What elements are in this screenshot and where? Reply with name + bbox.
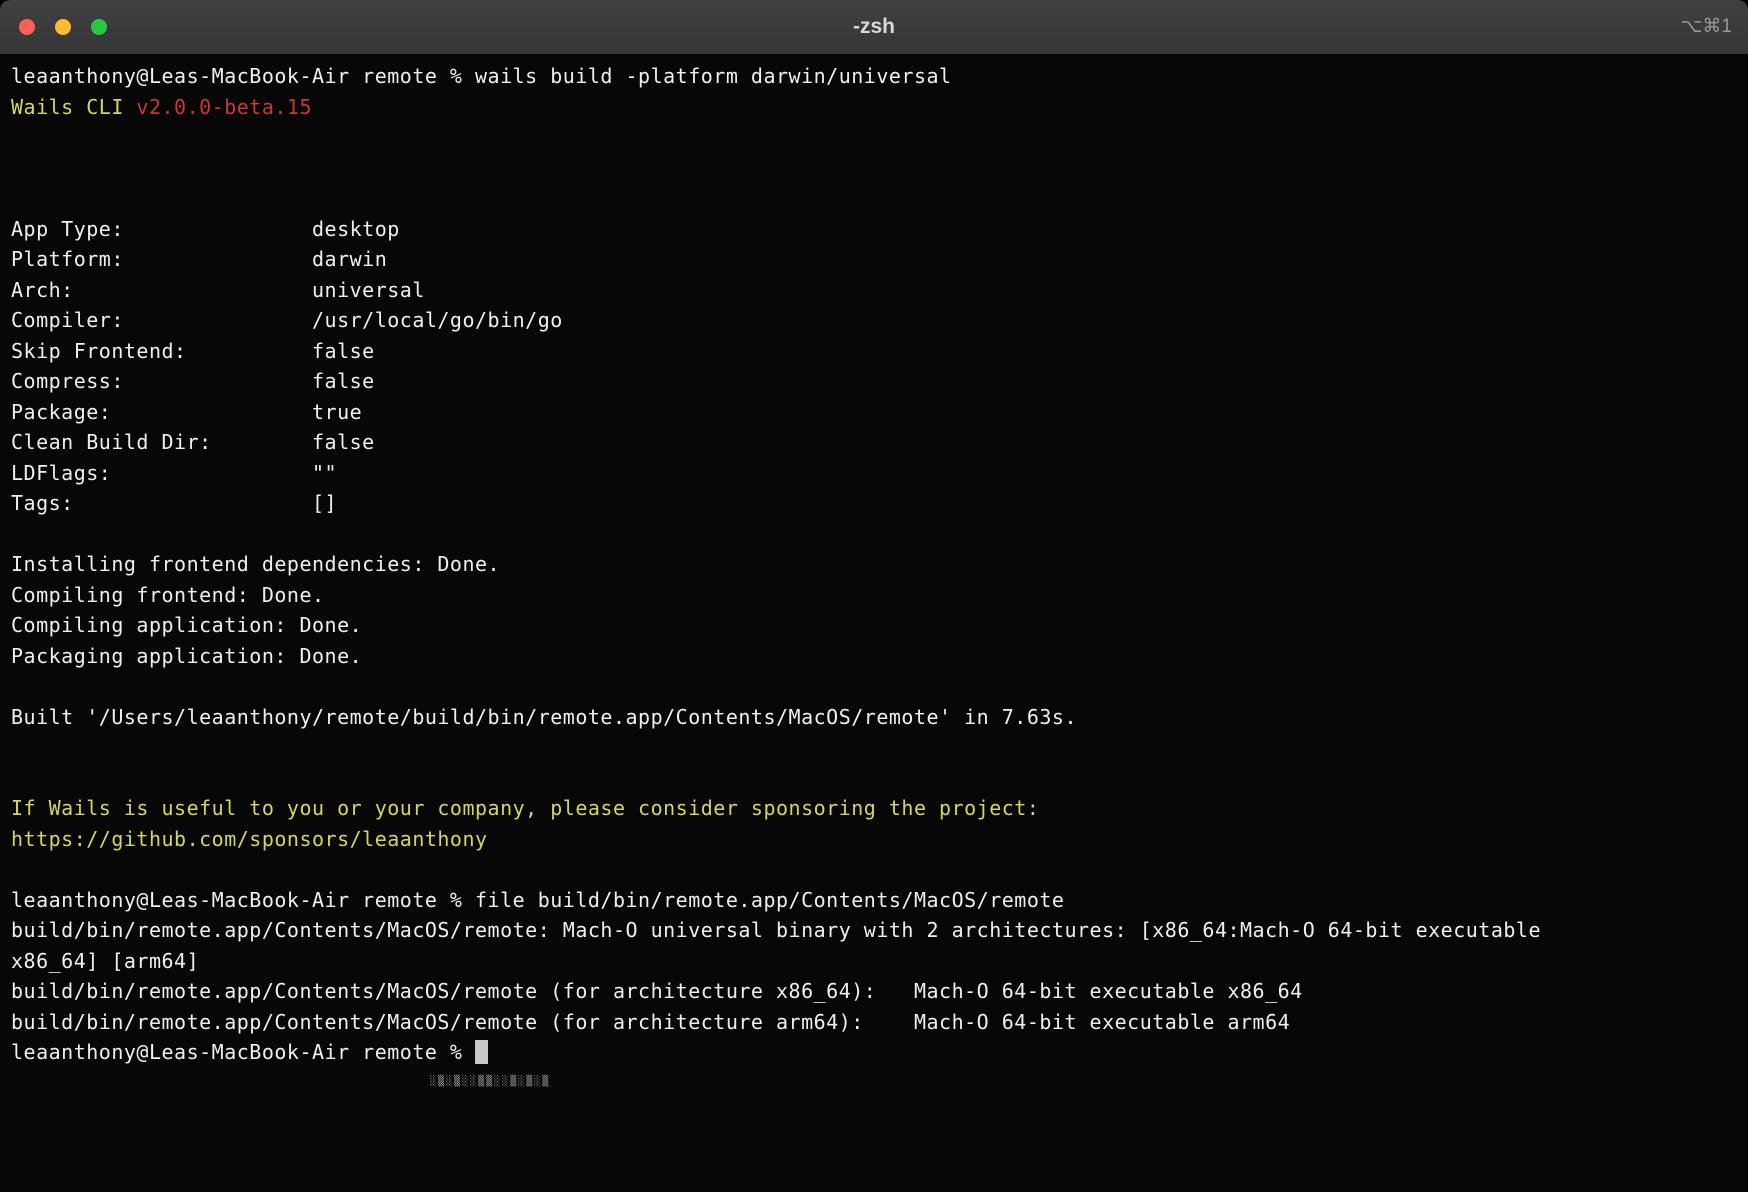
terminal-line: Compress: false [11,366,1737,397]
terminal-text: x86_64] [arm64] [11,949,199,973]
terminal-window: -zsh ⌥⌘1 leaanthony@Leas-MacBook-Air rem… [0,0,1748,1192]
terminal-line: Clean Build Dir: false [11,427,1737,458]
terminal-text: Skip Frontend: false [11,339,375,363]
window-title: -zsh [0,0,1748,54]
terminal-line: leaanthony@Leas-MacBook-Air remote % fil… [11,885,1737,916]
terminal-line [11,671,1737,702]
terminal-line [11,854,1737,885]
terminal-text: v2.0.0-beta.15 [136,95,312,119]
terminal-text: App Type: desktop [11,217,400,241]
terminal-line: Built '/Users/leaanthony/remote/build/bi… [11,702,1737,733]
terminal-text: leaanthony@Leas-MacBook-Air remote % [11,1040,475,1064]
terminal-line: build/bin/remote.app/Contents/MacOS/remo… [11,976,1737,1007]
terminal-text: Compiler: /usr/local/go/bin/go [11,308,563,332]
terminal-text: build/bin/remote.app/Contents/MacOS/remo… [11,979,1303,1003]
terminal-line [11,122,1737,153]
terminal-cursor [475,1040,488,1064]
terminal-line: Compiling application: Done. [11,610,1737,641]
terminal-text: Compress: false [11,369,375,393]
terminal-text: Clean Build Dir: false [11,430,375,454]
terminal-line: x86_64] [arm64] [11,946,1737,977]
terminal-line: Platform: darwin [11,244,1737,275]
terminal-line: leaanthony@Leas-MacBook-Air remote % [11,1037,1737,1068]
terminal-screen[interactable]: leaanthony@Leas-MacBook-Air remote % wai… [0,55,1748,1068]
terminal-text: Wails CLI [11,95,136,119]
terminal-line: Wails CLI v2.0.0-beta.15 [11,92,1737,123]
terminal-line [11,763,1737,794]
terminal-line [11,153,1737,184]
terminal-line [11,519,1737,550]
terminal-text: If Wails is useful to you or your compan… [11,796,1039,820]
terminal-line: build/bin/remote.app/Contents/MacOS/remo… [11,1007,1737,1038]
terminal-text: Platform: darwin [11,247,387,271]
terminal-line: Arch: universal [11,275,1737,306]
terminal-line: Packaging application: Done. [11,641,1737,672]
terminal-line: Tags: [] [11,488,1737,519]
terminal-text: Built '/Users/leaanthony/remote/build/bi… [11,705,1077,729]
terminal-text: Installing frontend dependencies: Done. [11,552,500,576]
sponsor-url-link[interactable]: https://github.com/sponsors/leaanthony [11,827,488,851]
terminal-line: build/bin/remote.app/Contents/MacOS/remo… [11,915,1737,946]
terminal-line: leaanthony@Leas-MacBook-Air remote % wai… [11,61,1737,92]
terminal-line: Package: true [11,397,1737,428]
terminal-text: Tags: [] [11,491,337,515]
terminal-text: Compiling frontend: Done. [11,583,325,607]
terminal-line: App Type: desktop [11,214,1737,245]
terminal-line: Compiling frontend: Done. [11,580,1737,611]
terminal-line: Skip Frontend: false [11,336,1737,367]
terminal-text: Compiling application: Done. [11,613,362,637]
terminal-text: Package: true [11,400,362,424]
terminal-line: Installing frontend dependencies: Done. [11,549,1737,580]
terminal-text: build/bin/remote.app/Contents/MacOS/remo… [11,1010,1290,1034]
background-window-fragment: ░▒░▒░░▒▒░░▒░▒░▒ [430,1076,550,1087]
terminal-text: leaanthony@Leas-MacBook-Air remote % wai… [11,64,952,88]
terminal-line: LDFlags: "" [11,458,1737,489]
terminal-text: Arch: universal [11,278,425,302]
terminal-text: LDFlags: "" [11,461,337,485]
terminal-line [11,732,1737,763]
terminal-text: leaanthony@Leas-MacBook-Air remote % fil… [11,888,1064,912]
terminal-line: Compiler: /usr/local/go/bin/go [11,305,1737,336]
terminal-text: build/bin/remote.app/Contents/MacOS/remo… [11,918,1541,942]
terminal-line: If Wails is useful to you or your compan… [11,793,1737,824]
terminal-line: https://github.com/sponsors/leaanthony [11,824,1737,855]
window-titlebar[interactable]: -zsh ⌥⌘1 [0,0,1748,55]
terminal-text: Packaging application: Done. [11,644,362,668]
window-shortcut-badge: ⌥⌘1 [1681,0,1732,54]
terminal-line [11,183,1737,214]
